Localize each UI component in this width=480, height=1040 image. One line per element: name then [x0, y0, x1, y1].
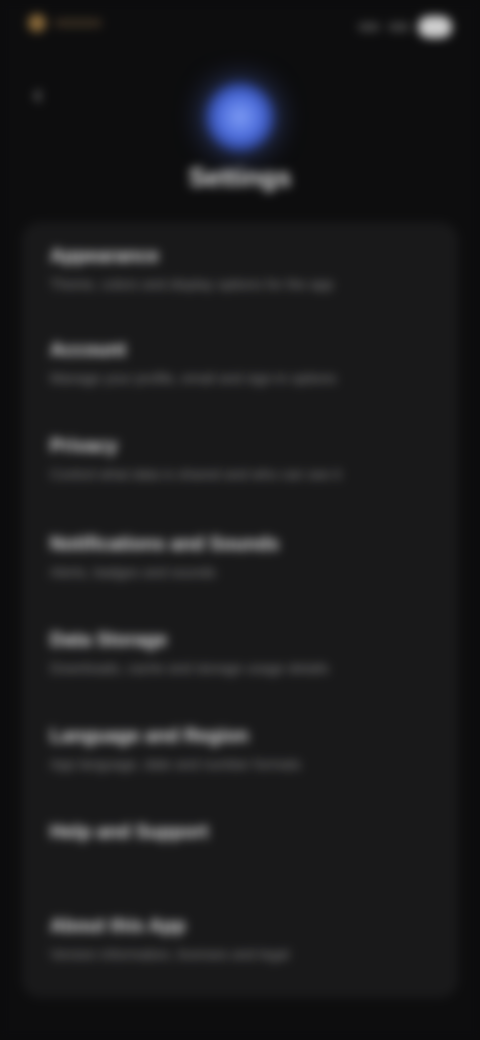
setting-description: Version information, licenses and legal [50, 946, 289, 962]
setting-title: Appearance [50, 246, 159, 267]
settings-screen: ‹ Settings Appearance Theme, colors and … [0, 0, 480, 1040]
back-button[interactable]: ‹ [24, 80, 52, 108]
setting-description: Manage your profile, email and sign-in o… [50, 370, 337, 386]
setting-title: Notifications and Sounds [50, 534, 280, 555]
setting-description: App language, date and number formats [50, 756, 301, 772]
setting-title: Data Storage [50, 630, 168, 651]
setting-description: Theme, colors and display options for th… [50, 276, 334, 292]
setting-description: Control what data is shared and who can … [50, 466, 342, 482]
status-left [28, 14, 102, 32]
notification-dot-icon [28, 14, 46, 32]
setting-item-appearance[interactable]: Appearance Theme, colors and display opt… [50, 246, 430, 292]
setting-item-language[interactable]: Language and Region App language, date a… [50, 726, 430, 772]
setting-item-help[interactable]: Help and Support [50, 822, 430, 852]
setting-title: Account [50, 340, 126, 361]
setting-item-privacy[interactable]: Privacy Control what data is shared and … [50, 436, 430, 482]
page-title: Settings [188, 162, 292, 192]
battery-icon [418, 16, 452, 38]
status-right [358, 16, 452, 38]
signal-icon [358, 23, 380, 31]
settings-list: Appearance Theme, colors and display opt… [22, 222, 458, 998]
setting-item-about[interactable]: About this App Version information, lice… [50, 916, 430, 962]
status-time [54, 19, 102, 27]
setting-description: Downloads, cache and storage usage detai… [50, 660, 329, 676]
setting-title: Help and Support [50, 822, 209, 843]
setting-item-notifications[interactable]: Notifications and Sounds Alerts, badges … [50, 534, 430, 580]
wifi-icon [388, 23, 410, 31]
status-bar [28, 14, 452, 44]
setting-title: Privacy [50, 436, 118, 457]
setting-item-account[interactable]: Account Manage your profile, email and s… [50, 340, 430, 386]
arrow-left-icon: ‹ [33, 79, 43, 109]
setting-description: Alerts, badges and sounds [50, 564, 216, 580]
setting-title: Language and Region [50, 726, 249, 747]
setting-title: About this App [50, 916, 186, 937]
setting-item-data-storage[interactable]: Data Storage Downloads, cache and storag… [50, 630, 430, 676]
app-logo-icon [205, 82, 275, 152]
